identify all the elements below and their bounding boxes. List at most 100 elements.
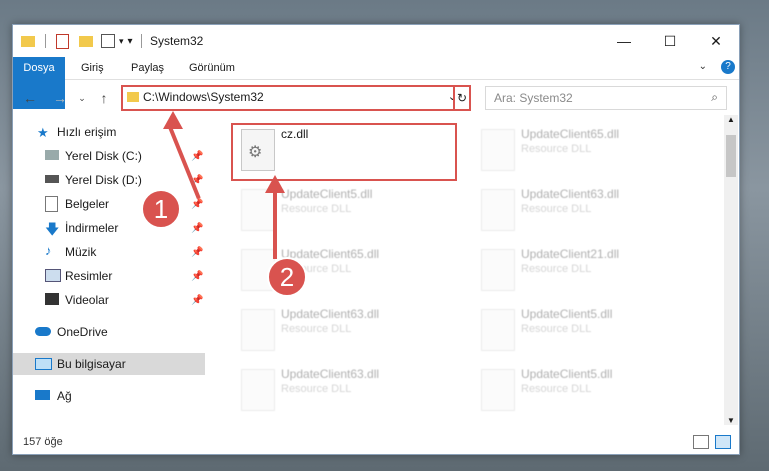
file-name: UpdateClient63.dll [281,307,380,321]
file-tile[interactable]: UpdateClient5.dll Resource DLL [475,303,695,355]
expand-ribbon-icon[interactable]: ⌄ [699,61,707,72]
maximize-button[interactable]: ☐ [647,25,693,57]
new-folder-icon[interactable] [79,35,93,47]
sidebar-item-label: Yerel Disk (D:) [65,173,142,187]
title-bar: ▾ ▾ System32 — ☐ ✕ [13,25,739,57]
dll-file-icon [481,309,515,351]
chevron-down-icon[interactable]: ▾ [119,36,124,47]
sidebar-item-music[interactable]: ♪ Müzik 📌 [13,241,205,263]
dll-file-icon [481,249,515,291]
search-icon[interactable]: ⌕ [711,90,718,105]
tab-view[interactable]: Görünüm [189,57,235,79]
scroll-up-icon[interactable]: ▲ [727,115,735,124]
back-button[interactable]: ← [19,87,41,109]
sidebar-item-network[interactable]: Ağ [13,385,205,407]
pin-icon[interactable]: 📌 [191,199,203,210]
vertical-scrollbar[interactable]: ▲ ▼ [724,115,738,425]
sidebar-item-label: Hızlı erişim [57,125,117,139]
sidebar-item-this-pc[interactable]: Bu bilgisayar [13,353,205,375]
close-button[interactable]: ✕ [693,25,739,57]
address-path: C:\Windows\System32 [143,90,264,104]
file-name: UpdateClient63.dll [281,367,380,381]
sidebar-item-label: Müzik [65,245,97,259]
file-name: UpdateClient65.dll [521,127,620,141]
recent-locations-button[interactable]: ⌄ [71,87,93,109]
pin-icon[interactable]: 📌 [191,223,203,234]
large-icons-view-icon[interactable] [715,435,731,449]
status-bar: 157 öğe [13,429,739,455]
file-tile[interactable]: UpdateClient21.dll Resource DLL [475,243,695,295]
folder-icon[interactable] [21,35,35,47]
file-type: Resource DLL [521,143,592,155]
quick-access-toolbar: ▾ ▾ [21,25,133,57]
file-name: UpdateClient5.dll [521,367,613,381]
explorer-window: ▾ ▾ System32 — ☐ ✕ Dosya Giriş Paylaş Gö… [12,24,740,455]
search-box[interactable]: Ara: System32 ⌕ [485,86,727,110]
pin-icon[interactable]: 📌 [191,247,203,258]
file-name: UpdateClient63.dll [521,187,620,201]
file-name: UpdateClient21.dll [521,247,620,261]
arrow-1-head [163,111,183,129]
separator [45,34,46,48]
search-input[interactable]: Ara: System32 [494,91,573,105]
music-icon: ♪ [45,243,52,258]
file-type: Resource DLL [281,383,352,395]
file-highlight-box [231,123,457,181]
window-title: System32 [150,34,204,48]
properties-icon[interactable] [56,33,69,49]
sidebar-item-onedrive[interactable]: OneDrive [13,321,205,343]
arrow-2-head [265,175,285,193]
folder-icon [127,92,139,102]
up-button[interactable]: ↑ [93,87,115,109]
tab-home[interactable]: Giriş [81,57,104,79]
file-tile[interactable]: UpdateClient63.dll Resource DLL [235,363,455,415]
file-tile[interactable]: UpdateClient5.dll Resource DLL [475,363,695,415]
tab-share[interactable]: Paylaş [131,57,164,79]
computer-icon [35,358,52,370]
step-marker-1: 1 [141,189,181,229]
file-tile[interactable]: UpdateClient63.dll Resource DLL [475,183,695,235]
minimize-button[interactable]: — [601,25,647,57]
scroll-down-icon[interactable]: ▼ [727,416,735,425]
sidebar-item-label: Resimler [65,269,113,283]
help-icon[interactable]: ? [721,60,735,74]
cloud-icon [35,327,51,336]
file-type: Resource DLL [521,323,592,335]
file-type: Resource DLL [281,203,352,215]
sidebar-item-label: İndirmeler [65,221,119,235]
sidebar-item-label: Ağ [57,389,72,403]
file-type: Resource DLL [281,323,352,335]
file-tile[interactable]: UpdateClient65.dll Resource DLL [475,123,695,175]
step-marker-2: 2 [267,257,307,297]
dll-file-icon [241,309,275,351]
file-name: UpdateClient5.dll [281,187,373,201]
sidebar-item-label: OneDrive [57,325,108,339]
customize-icon[interactable]: ▾ [128,36,133,47]
refresh-button[interactable]: ↻ [453,85,471,111]
details-view-icon[interactable] [693,435,709,449]
file-tile[interactable]: UpdateClient63.dll Resource DLL [235,303,455,355]
drive-icon [45,150,59,160]
dll-file-icon [241,369,275,411]
drive-icon [45,175,59,183]
network-icon [35,390,50,400]
scrollbar-thumb[interactable] [726,135,736,177]
item-count: 157 öğe [23,436,63,448]
sidebar-item-videos[interactable]: Videolar 📌 [13,289,205,311]
navigation-bar: ← → ⌄ ↑ C:\Windows\System32 ⌄ ↻ Ara: Sys… [13,83,739,113]
pin-icon[interactable]: 📌 [191,271,203,282]
navigation-pane: ★ Hızlı erişim Yerel Disk (C:) 📌 Yerel D… [13,121,205,421]
sidebar-item-disk-d[interactable]: Yerel Disk (D:) 📌 [13,169,205,191]
forward-button[interactable]: → [49,87,71,109]
sidebar-item-label: Yerel Disk (C:) [65,149,142,163]
pin-icon[interactable]: 📌 [191,151,203,162]
dll-file-icon [481,369,515,411]
view-icon[interactable] [101,34,115,48]
dll-file-icon [481,189,515,231]
file-type: Resource DLL [521,383,592,395]
ribbon: Dosya Giriş Paylaş Görünüm ⌄ ? [13,57,739,109]
address-bar[interactable]: C:\Windows\System32 ⌄ [121,85,471,111]
sidebar-item-pictures[interactable]: Resimler 📌 [13,265,205,287]
pin-icon[interactable]: 📌 [191,295,203,306]
star-icon: ★ [37,125,49,140]
